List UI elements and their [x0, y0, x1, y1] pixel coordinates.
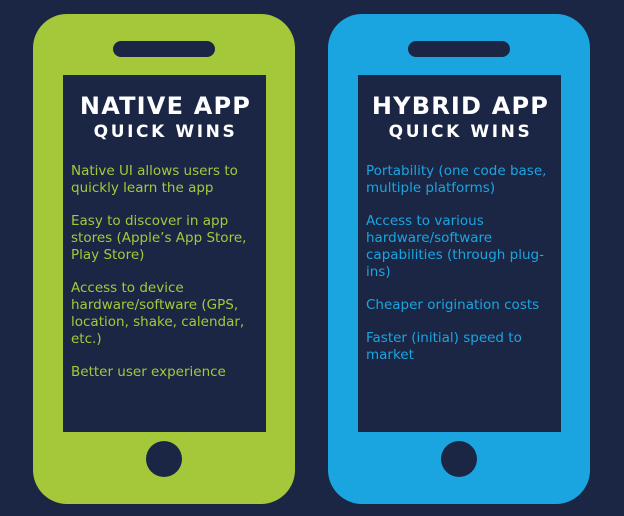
hybrid-app-benefits-list: Portability (one code base, multiple pla…: [366, 163, 555, 364]
native-benefit-discoverability: Easy to discover in app stores (Apple’s …: [71, 213, 247, 263]
hybrid-benefit-speed: Faster (initial) speed to market: [366, 330, 522, 363]
native-benefit-quick-learning: Native UI allows users to quickly learn …: [71, 163, 238, 196]
native-benefit-device-access: Access to device hardware/software (GPS,…: [71, 280, 245, 347]
native-app-screen: NATIVE APP QUICK WINS Native UI allows u…: [63, 75, 266, 432]
hybrid-benefit-capabilities: Access to various hardware/software capa…: [366, 213, 544, 280]
hybrid-app-subtitle: QUICK WINS: [388, 122, 533, 142]
native-benefit-user-experience: Better user experience: [71, 364, 226, 380]
home-button-icon: [146, 441, 182, 477]
hybrid-benefit-cost: Cheaper origination costs: [366, 297, 540, 313]
phone-speaker: [113, 41, 215, 57]
home-button-icon: [441, 441, 477, 477]
hybrid-benefit-portability: Portability (one code base, multiple pla…: [366, 163, 547, 196]
hybrid-app-title: HYBRID APP: [371, 92, 550, 120]
hybrid-app-phone: HYBRID APP QUICK WINS Portability (one c…: [328, 14, 590, 504]
phone-speaker: [408, 41, 510, 57]
native-app-phone: NATIVE APP QUICK WINS Native UI allows u…: [33, 14, 295, 504]
native-app-benefits-list: Native UI allows users to quickly learn …: [71, 163, 260, 381]
infographic: { "colors": { "background": "#1b2645", "…: [0, 0, 624, 516]
native-app-subtitle: QUICK WINS: [93, 122, 238, 142]
hybrid-app-screen: HYBRID APP QUICK WINS Portability (one c…: [358, 75, 561, 432]
native-app-title: NATIVE APP: [79, 92, 252, 120]
